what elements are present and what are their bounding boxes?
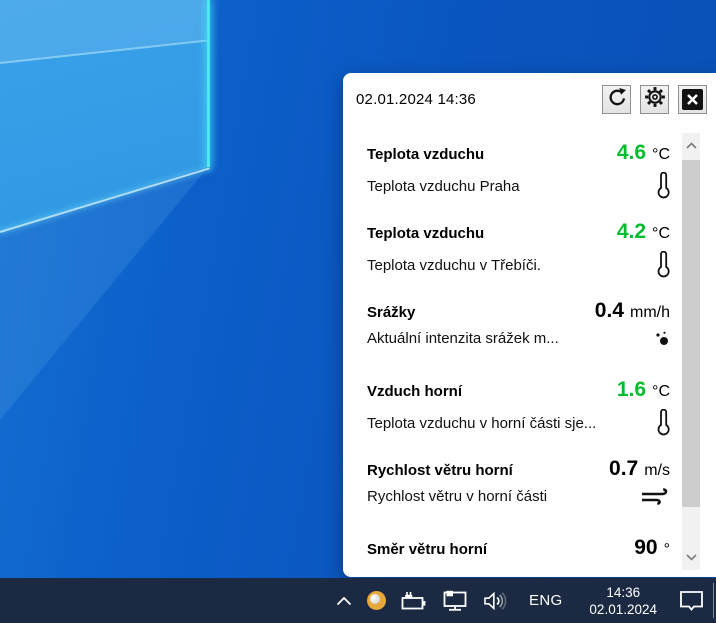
wind-icon [636, 488, 670, 505]
sensor-unit: °C [652, 225, 670, 243]
sensor-subtitle: Teplota vzduchu v Třebíči. [367, 257, 541, 274]
scrollbar-thumb[interactable] [682, 160, 700, 507]
sensor-unit: ° [664, 541, 670, 559]
close-button[interactable] [678, 85, 707, 114]
sensor-unit: °C [652, 146, 670, 164]
sensor-title: Teplota vzduchu [367, 225, 484, 242]
close-icon [682, 89, 703, 110]
show-desktop-button[interactable] [713, 583, 715, 618]
sensor-value: 1.6 [617, 378, 646, 402]
language-indicator[interactable]: ENG [525, 592, 566, 609]
sensor-title: Směr větru horní [367, 541, 487, 558]
sensor-unit: mm/h [630, 304, 670, 322]
volume-icon[interactable] [483, 592, 510, 610]
thermometer-icon [636, 409, 670, 437]
header-buttons [602, 85, 707, 114]
sensor-title: Srážky [367, 304, 415, 321]
sensor-title: Rychlost větru horní [367, 462, 513, 479]
sensor-row[interactable]: Vzduch horní 1.6 °C Teplota vzduchu v ho… [367, 367, 670, 446]
sensor-row[interactable]: Teplota vzduchu 4.6 °C Teplota vzduchu P… [367, 130, 670, 209]
sensor-unit: m/s [644, 462, 670, 480]
thermometer-icon [657, 409, 670, 437]
sensor-row[interactable]: Srážky 0.4 mm/h Aktuální intenzita sráže… [367, 288, 670, 367]
sensor-row[interactable]: Rychlost větru horní 0.7 m/s Rychlost vě… [367, 446, 670, 525]
chevron-up-icon[interactable] [336, 596, 352, 606]
thermometer-icon [657, 251, 670, 279]
sensor-value: 90 [634, 536, 657, 560]
clock-date: 02.01.2024 [589, 601, 657, 618]
settings-button[interactable] [640, 85, 669, 114]
wallpaper-glow-edge-vertical [207, 0, 210, 167]
scrollbar[interactable] [682, 133, 700, 570]
scrollbar-down-arrow[interactable] [682, 545, 700, 570]
sensor-unit: °C [652, 383, 670, 401]
taskbar-clock[interactable]: 14:36 02.01.2024 [581, 584, 669, 618]
sensor-subtitle: Aktuální intenzita srážek m... [367, 330, 559, 347]
battery-charging-icon[interactable] [401, 591, 427, 611]
sensor-value: 4.2 [617, 220, 646, 244]
sensor-title: Teplota vzduchu [367, 146, 484, 163]
sensor-subtitle: Rychlost větru v horní části [367, 488, 547, 505]
sensor-list: Teplota vzduchu 4.6 °C Teplota vzduchu P… [367, 130, 670, 577]
refresh-button[interactable] [602, 85, 631, 114]
refresh-icon [606, 86, 628, 113]
sensor-row[interactable]: Teplota vzduchu 4.2 °C Teplota vzduchu v… [367, 209, 670, 288]
thermometer-icon [657, 172, 670, 200]
thermometer-icon [636, 251, 670, 279]
sensor-title: Vzduch horní [367, 383, 462, 400]
sensor-value: 4.6 [617, 141, 646, 165]
sensor-value: 0.4 [595, 299, 624, 323]
raindrops-icon [636, 330, 670, 347]
thermometer-icon [636, 172, 670, 200]
panel-header: 02.01.2024 14:36 [343, 73, 716, 125]
sensor-value: 0.7 [609, 457, 638, 481]
system-tray: ENG 14:36 02.01.2024 [336, 584, 679, 618]
sensor-subtitle: Teplota vzduchu v horní části sje... [367, 415, 596, 432]
sensor-subtitle: Teplota vzduchu Praha [367, 178, 520, 195]
action-center-icon[interactable] [679, 590, 704, 612]
gear-icon [644, 86, 666, 113]
network-wired-icon[interactable] [442, 590, 468, 612]
weather-widget-panel: 02.01.2024 14:36 [343, 73, 716, 577]
panel-datetime: 02.01.2024 14:36 [356, 91, 476, 108]
raindrops-icon [654, 330, 670, 347]
taskbar[interactable]: ENG 14:36 02.01.2024 [0, 578, 716, 623]
scrollbar-up-arrow[interactable] [682, 133, 700, 158]
weather-app-tray-icon[interactable] [367, 591, 386, 610]
sensor-row[interactable]: Směr větru horní 90 ° [367, 525, 670, 577]
clock-time: 14:36 [589, 584, 657, 601]
wind-icon [640, 488, 670, 505]
